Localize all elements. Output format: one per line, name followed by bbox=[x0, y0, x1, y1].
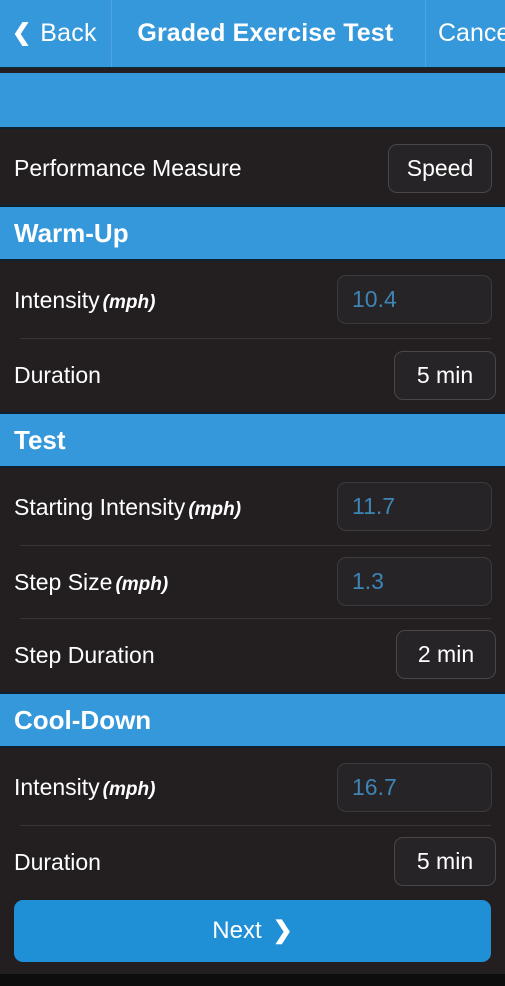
test-starting-intensity-label: Starting Intensity (mph) bbox=[14, 493, 242, 520]
performance-measure-value: Speed bbox=[406, 154, 474, 181]
warmup-intensity-value: 10.4 bbox=[352, 286, 397, 312]
cancel-button[interactable]: Cancel bbox=[425, 0, 505, 67]
cooldown-duration-selector[interactable]: 5 min bbox=[394, 837, 496, 886]
warmup-duration-selector[interactable]: 5 min bbox=[394, 351, 496, 400]
warmup-duration-value: 5 min bbox=[416, 362, 474, 388]
chevron-right-icon: ❯ bbox=[272, 917, 293, 944]
cooldown-duration-value: 5 min bbox=[416, 848, 474, 874]
cooldown-duration-label: Duration bbox=[14, 849, 101, 875]
bottom-bar bbox=[0, 974, 505, 986]
cooldown-intensity-input[interactable]: 16.7 bbox=[337, 763, 492, 812]
test-step-duration-selector[interactable]: 2 min bbox=[396, 630, 496, 679]
section-header-test: Test bbox=[0, 412, 505, 468]
section-header-cool-down: Cool-Down bbox=[0, 692, 505, 748]
warmup-intensity-row: Intensity (mph) 10.4 bbox=[0, 261, 505, 339]
performance-measure-selector[interactable]: Speed bbox=[388, 143, 492, 193]
performance-measure-label: Performance Measure bbox=[14, 154, 242, 181]
page-title: Graded Exercise Test bbox=[137, 19, 394, 47]
header-accent-band bbox=[0, 73, 505, 129]
app-screen: ❮ Back Graded Exercise Test Cancel Perfo… bbox=[0, 0, 505, 986]
cooldown-intensity-label: Intensity (mph) bbox=[14, 773, 156, 800]
test-step-size-row: Step Size (mph) 1.3 bbox=[0, 546, 505, 619]
test-starting-intensity-value: 11.7 bbox=[352, 493, 396, 519]
section-title: Cool-Down bbox=[14, 704, 152, 735]
test-step-size-value: 1.3 bbox=[352, 568, 384, 594]
test-starting-intensity-row: Starting Intensity (mph) 11.7 bbox=[0, 468, 505, 546]
section-header-warm-up: Warm-Up bbox=[0, 205, 505, 261]
test-step-size-input[interactable]: 1.3 bbox=[337, 557, 492, 606]
test-step-duration-label: Step Duration bbox=[14, 642, 155, 668]
warmup-duration-label: Duration bbox=[14, 362, 101, 388]
test-step-duration-value: 2 min bbox=[417, 641, 475, 667]
next-button[interactable]: Next ❯ bbox=[14, 900, 491, 962]
cooldown-duration-row: Duration 5 min bbox=[0, 826, 505, 899]
next-button-label: Next bbox=[212, 917, 262, 944]
cooldown-intensity-row: Intensity (mph) 16.7 bbox=[0, 748, 505, 826]
performance-measure-row: Performance Measure Speed bbox=[0, 131, 505, 205]
cooldown-intensity-value: 16.7 bbox=[352, 774, 397, 800]
test-starting-intensity-input[interactable]: 11.7 bbox=[337, 482, 492, 531]
navigation-bar: ❮ Back Graded Exercise Test Cancel bbox=[0, 0, 505, 68]
back-button[interactable]: ❮ Back bbox=[0, 0, 112, 67]
chevron-left-icon: ❮ bbox=[12, 19, 32, 45]
test-step-duration-row: Step Duration 2 min bbox=[0, 619, 505, 692]
section-title: Warm-Up bbox=[14, 217, 129, 248]
warmup-intensity-label: Intensity (mph) bbox=[14, 286, 156, 313]
warmup-intensity-input[interactable]: 10.4 bbox=[337, 275, 492, 324]
back-button-label: Back bbox=[40, 19, 97, 47]
test-step-size-label: Step Size (mph) bbox=[14, 569, 169, 595]
section-title: Test bbox=[14, 424, 66, 455]
warmup-duration-row: Duration 5 min bbox=[0, 339, 505, 412]
